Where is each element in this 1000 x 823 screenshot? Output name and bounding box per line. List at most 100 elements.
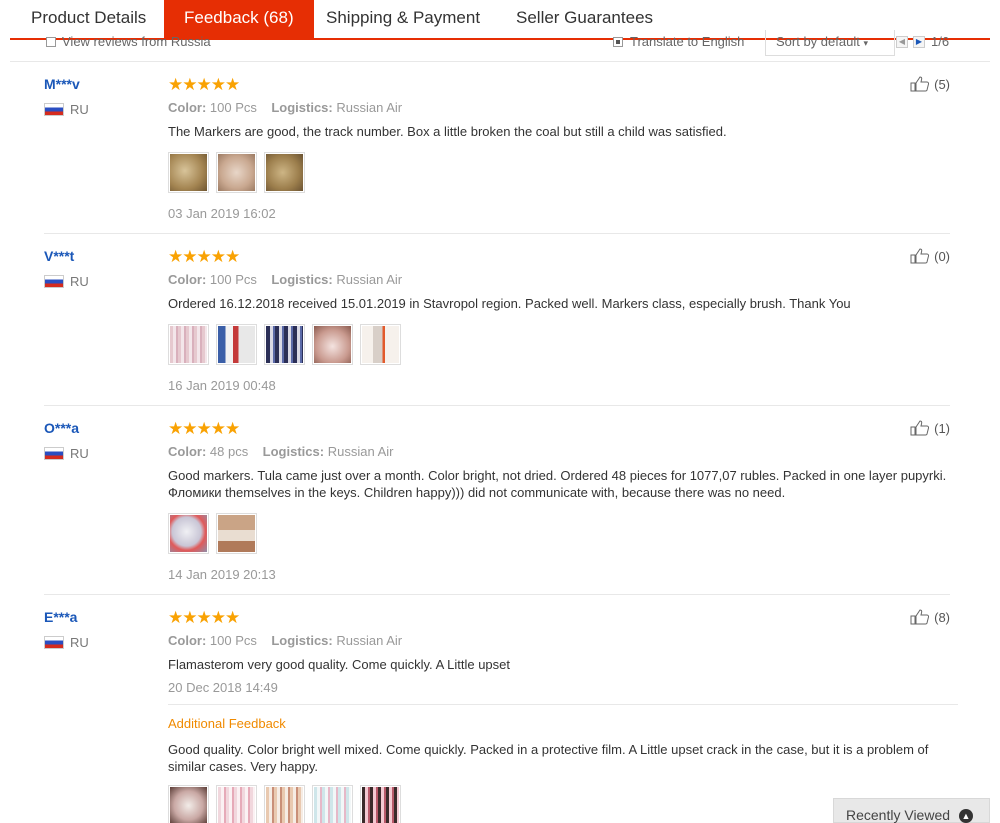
review-photo[interactable] <box>216 513 257 554</box>
thumbs-up-icon <box>910 248 930 264</box>
logistics-value: Russian Air <box>336 100 403 115</box>
logistics-label: Logistics: <box>271 272 333 287</box>
reviewer-country: RU <box>44 102 89 117</box>
review-item: O***a RU ★★★★★ Color: 48 pcs Logistics: … <box>44 420 950 595</box>
rating-stars: ★★★★★ <box>168 419 240 438</box>
review-photos <box>168 513 958 554</box>
next-page-icon[interactable]: ▶ <box>913 36 925 48</box>
russia-flag-icon <box>44 636 64 649</box>
rating-stars: ★★★★★ <box>168 608 240 627</box>
country-code: RU <box>70 102 89 117</box>
country-code: RU <box>70 274 89 289</box>
review-photos <box>168 152 958 193</box>
order-info: Color: 100 Pcs Logistics: Russian Air <box>168 633 958 648</box>
rating-stars: ★★★★★ <box>168 247 240 266</box>
logistics-value: Russian Air <box>327 444 394 459</box>
russia-filter-label[interactable]: View reviews from Russia <box>62 34 211 49</box>
russia-filter-checkbox[interactable] <box>46 37 56 47</box>
color-label: Color: <box>168 272 207 287</box>
sort-select[interactable]: Sort by default ▾ <box>765 30 895 56</box>
reviewer-country: RU <box>44 635 89 650</box>
tab-bar-overlay <box>0 0 1000 30</box>
reviewer-name[interactable]: V***t <box>44 248 74 264</box>
order-info: Color: 48 pcs Logistics: Russian Air <box>168 444 958 459</box>
translate-checkbox[interactable] <box>613 37 623 47</box>
helpful-count: (1) <box>934 420 950 436</box>
review-photo[interactable] <box>264 785 305 823</box>
review-date: 16 Jan 2019 00:48 <box>168 378 276 393</box>
rating-stars: ★★★★★ <box>168 75 240 94</box>
logistics-value: Russian Air <box>336 633 403 648</box>
helpful-button[interactable]: (5) <box>910 76 950 92</box>
helpful-count: (8) <box>934 609 950 625</box>
helpful-button[interactable]: (0) <box>910 248 950 264</box>
translate-label[interactable]: Translate to English <box>630 34 744 49</box>
review-date: 03 Jan 2019 16:02 <box>168 206 276 221</box>
review-photo[interactable] <box>360 785 401 823</box>
review-text: Flamasterom very good quality. Come quic… <box>168 657 511 672</box>
color-label: Color: <box>168 100 207 115</box>
review-photo[interactable] <box>216 785 257 823</box>
review-text: Ordered 16.12.2018 received 15.01.2019 i… <box>168 296 851 311</box>
country-code: RU <box>70 635 89 650</box>
review-text: The Markers are good, the track number. … <box>168 124 727 139</box>
review-date: 20 Dec 2018 14:49 <box>168 680 278 695</box>
page-indicator: 1/6 <box>931 34 950 49</box>
chevron-up-icon: ▲ <box>959 809 973 823</box>
reviewer-name[interactable]: O***a <box>44 420 79 436</box>
review-photos <box>168 324 958 365</box>
color-value: 100 Pcs <box>209 633 257 648</box>
review-date: 14 Jan 2019 20:13 <box>168 567 276 582</box>
helpful-button[interactable]: (1) <box>910 420 950 436</box>
reviewer-country: RU <box>44 446 89 461</box>
color-label: Color: <box>168 444 207 459</box>
review-item: M***v RU ★★★★★ Color: 100 Pcs Logistics:… <box>44 76 950 234</box>
review-photo[interactable] <box>264 324 305 365</box>
recently-viewed-button[interactable]: Recently Viewed ▲ <box>833 798 990 823</box>
helpful-count: (5) <box>934 76 950 92</box>
review-content: ★★★★★ Color: 100 Pcs Logistics: Russian … <box>168 609 958 823</box>
review-photo[interactable] <box>168 513 209 554</box>
review-item: E***a RU ★★★★★ Color: 100 Pcs Logistics:… <box>44 609 958 823</box>
recently-viewed-label: Recently Viewed <box>846 807 951 823</box>
review-photo[interactable] <box>168 152 209 193</box>
review-photo[interactable] <box>264 152 305 193</box>
country-code: RU <box>70 446 89 461</box>
additional-feedback-divider <box>168 704 958 705</box>
reviewer-name[interactable]: E***a <box>44 609 77 625</box>
additional-feedback-text: Good quality. Color bright well mixed. C… <box>168 742 929 774</box>
russia-flag-icon <box>44 275 64 288</box>
color-label: Color: <box>168 633 207 648</box>
helpful-button[interactable]: (8) <box>910 609 950 625</box>
review-text: Good markers. Tula came just over a mont… <box>168 468 947 500</box>
logistics-label: Logistics: <box>262 444 325 459</box>
thumbs-up-icon <box>910 420 930 436</box>
thumbs-up-icon <box>910 76 930 92</box>
review-photo[interactable] <box>168 785 209 823</box>
review-content: ★★★★★ Color: 100 Pcs Logistics: Russian … <box>168 76 958 221</box>
color-value: 100 Pcs <box>209 272 257 287</box>
review-photo[interactable] <box>216 324 257 365</box>
helpful-count: (0) <box>934 248 950 264</box>
sort-select-value: Sort by default <box>776 34 860 49</box>
review-content: ★★★★★ Color: 100 Pcs Logistics: Russian … <box>168 248 958 393</box>
review-content: ★★★★★ Color: 48 pcs Logistics: Russian A… <box>168 420 958 582</box>
color-value: 48 pcs <box>209 444 249 459</box>
review-photo[interactable] <box>168 324 209 365</box>
color-value: 100 Pcs <box>209 100 257 115</box>
order-info: Color: 100 Pcs Logistics: Russian Air <box>168 100 958 115</box>
review-photo[interactable] <box>312 785 353 823</box>
logistics-label: Logistics: <box>271 100 333 115</box>
review-photo[interactable] <box>216 152 257 193</box>
review-photo[interactable] <box>312 324 353 365</box>
reviewer-name[interactable]: M***v <box>44 76 80 92</box>
additional-feedback-title: Additional Feedback <box>168 716 286 731</box>
reviewer-country: RU <box>44 274 89 289</box>
prev-page-icon[interactable]: ◀ <box>896 36 908 48</box>
logistics-value: Russian Air <box>336 272 403 287</box>
logistics-label: Logistics: <box>271 633 333 648</box>
thumbs-up-icon <box>910 609 930 625</box>
russia-flag-icon <box>44 103 64 116</box>
review-item: V***t RU ★★★★★ Color: 100 Pcs Logistics:… <box>44 248 950 406</box>
review-photo[interactable] <box>360 324 401 365</box>
